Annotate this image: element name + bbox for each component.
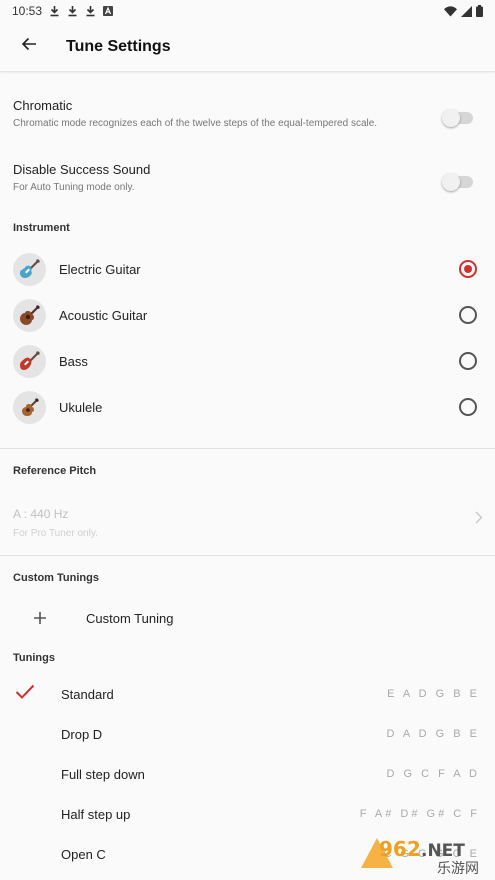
electric-guitar-icon	[13, 252, 46, 286]
add-custom-tuning-button[interactable]: Custom Tuning	[0, 598, 495, 638]
status-bar: 10:53	[0, 0, 495, 22]
status-time: 10:53	[12, 4, 43, 18]
reference-pitch-value: A : 440 Hz	[13, 507, 69, 521]
setting-title: Chromatic	[13, 98, 73, 113]
tuning-notes: E A D G B E	[387, 688, 480, 700]
reference-pitch-subtitle: For Pro Tuner only.	[13, 528, 98, 539]
wifi-icon	[444, 5, 457, 17]
add-custom-tuning-label: Custom Tuning	[86, 610, 174, 626]
instrument-item-bass[interactable]: Bass	[0, 338, 495, 384]
instrument-label: Ukulele	[59, 399, 103, 415]
chevron-right-icon	[475, 511, 483, 529]
tuning-item-standard[interactable]: Standard E A D G B E	[0, 674, 495, 714]
tuning-item-full-step-down[interactable]: Full step down D G C F A D	[0, 754, 495, 794]
page-title: Tune Settings	[66, 37, 171, 55]
tuning-name: Full step down	[61, 766, 145, 782]
success-sound-toggle[interactable]	[442, 173, 473, 191]
svg-text:962: 962	[379, 837, 421, 861]
signal-icon	[461, 5, 472, 17]
setting-disable-success-sound[interactable]: Disable Success Sound For Auto Tuning mo…	[0, 162, 495, 202]
svg-text:.NET: .NET	[421, 841, 465, 861]
tuning-item-half-step-up[interactable]: Half step up F A# D# G# C F	[0, 794, 495, 834]
tuning-notes: D G C F A D	[386, 768, 480, 780]
radio-unselected[interactable]	[459, 352, 477, 370]
svg-text:乐游网: 乐游网	[437, 861, 479, 876]
setting-subtitle: For Auto Tuning mode only.	[13, 182, 135, 193]
reference-pitch-section-title: Reference Pitch	[13, 465, 97, 477]
app-bar: Tune Settings	[0, 22, 495, 72]
tunings-section-title: Tunings	[13, 652, 55, 664]
instrument-section-title: Instrument	[13, 222, 70, 234]
download-icon	[85, 5, 96, 17]
tuning-name: Drop D	[61, 726, 103, 742]
arrow-back-icon	[21, 36, 37, 57]
radio-unselected[interactable]	[459, 398, 477, 416]
chromatic-toggle[interactable]	[442, 109, 473, 127]
tuning-name: Half step up	[61, 806, 131, 822]
reference-pitch-row[interactable]: A : 440 Hz For Pro Tuner only.	[0, 507, 495, 555]
radio-selected[interactable]	[459, 260, 477, 278]
tuning-notes: F A# D# G# C F	[359, 808, 480, 820]
toggle-knob	[442, 173, 460, 191]
instrument-label: Acoustic Guitar	[59, 307, 148, 323]
ukulele-icon	[13, 390, 46, 424]
toggle-knob	[442, 109, 460, 127]
divider	[0, 448, 495, 449]
setting-subtitle: Chromatic mode recognizes each of the tw…	[13, 118, 378, 129]
download-icon	[49, 5, 60, 17]
check-icon	[15, 684, 35, 704]
bass-guitar-icon	[13, 344, 46, 378]
tuning-notes: D A D G B E	[386, 728, 480, 740]
setting-title: Disable Success Sound	[13, 162, 151, 177]
instrument-label: Bass	[59, 353, 88, 369]
radio-unselected[interactable]	[459, 306, 477, 324]
download-icon	[67, 5, 78, 17]
watermark-logo: 962 .NET 乐游网	[361, 837, 479, 876]
instrument-item-acoustic-guitar[interactable]: Acoustic Guitar	[0, 292, 495, 338]
tuning-name: Standard	[61, 686, 114, 702]
back-button[interactable]	[0, 22, 58, 72]
instrument-item-ukulele[interactable]: Ukulele	[0, 384, 495, 430]
a-badge-icon	[103, 6, 114, 16]
acoustic-guitar-icon	[13, 298, 46, 332]
instrument-label: Electric Guitar	[59, 261, 141, 277]
custom-tunings-section-title: Custom Tunings	[13, 572, 99, 584]
plus-icon	[0, 612, 80, 624]
tuning-item-drop-d[interactable]: Drop D D A D G B E	[0, 714, 495, 754]
battery-icon	[476, 5, 483, 17]
instrument-list: Electric Guitar Acoustic Guitar Bass Uku…	[0, 246, 495, 430]
divider	[0, 555, 495, 556]
setting-chromatic[interactable]: Chromatic Chromatic mode recognizes each…	[0, 98, 495, 138]
instrument-item-electric-guitar[interactable]: Electric Guitar	[0, 246, 495, 292]
tuning-name: Open C	[61, 846, 106, 862]
